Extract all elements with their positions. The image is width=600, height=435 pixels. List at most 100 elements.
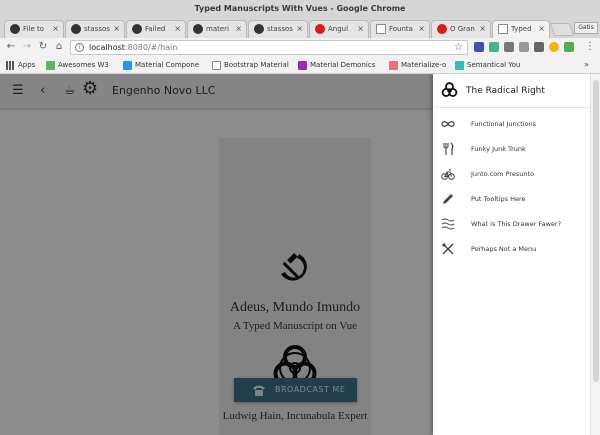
close-icon[interactable]: × xyxy=(418,21,425,37)
close-icon[interactable]: × xyxy=(357,21,364,37)
drawer-item-funky-junk-trunk[interactable]: Funky Junk Trunk xyxy=(433,137,590,162)
bookmark-label: Material Demonics xyxy=(310,61,376,69)
drawer-item-label: Perhaps Not a Menu xyxy=(471,245,537,253)
new-tab-button[interactable] xyxy=(549,23,575,36)
extension-icon[interactable] xyxy=(474,42,484,52)
vue-devtools-icon[interactable] xyxy=(489,42,499,52)
extension-icon[interactable] xyxy=(564,42,574,52)
drawer-header: The Radical Right xyxy=(433,74,590,108)
close-icon[interactable]: × xyxy=(538,21,545,37)
bookmark-label: Semantical You xyxy=(467,61,521,69)
bookmark-item[interactable]: Materialize-o xyxy=(389,57,446,73)
angular-icon xyxy=(437,24,447,34)
extension-icon[interactable] xyxy=(504,42,514,52)
tab-label: O Gran xyxy=(450,25,475,33)
drawer-item-what-is-this-drawer[interactable]: What is This Drawer Fawer? xyxy=(433,212,590,237)
browser-tab[interactable]: Failed × xyxy=(126,20,186,38)
browser-tab[interactable]: Angul × xyxy=(309,20,369,38)
drawer-scrim[interactable] xyxy=(0,74,433,435)
crossed-utensils-icon xyxy=(442,243,454,255)
bicycle-icon xyxy=(441,169,455,180)
browser-tab[interactable]: O Gran × xyxy=(431,20,491,38)
drawer-item-junto-presunto[interactable]: Junto.com Presunto xyxy=(433,162,590,187)
browser-tab[interactable]: stassos × xyxy=(248,20,308,38)
close-icon[interactable]: × xyxy=(52,21,59,37)
github-icon xyxy=(132,24,142,34)
fork-knife-icon xyxy=(443,142,454,155)
browser-tab[interactable]: Founta × xyxy=(370,20,430,38)
close-icon[interactable]: × xyxy=(479,21,486,37)
browser-tab[interactable]: materi × xyxy=(187,20,247,38)
url-text: localhost:8080/#/hain xyxy=(89,41,177,55)
forward-arrow-icon[interactable]: → xyxy=(20,40,34,54)
menu-dots-icon[interactable]: ⋮ xyxy=(583,40,597,54)
bookmark-label: Apps xyxy=(18,61,36,69)
bookmark-item[interactable]: Apps xyxy=(6,57,35,73)
drawer-item-label: Functional Junctions xyxy=(471,120,537,128)
bookmark-item[interactable]: Semantical You xyxy=(455,57,520,73)
drawer-item-label: Junto.com Presunto xyxy=(471,170,535,178)
close-icon[interactable]: × xyxy=(113,21,120,37)
bookmark-item[interactable]: Material Compone xyxy=(123,57,199,73)
w3-icon xyxy=(46,61,55,70)
bookmark-label: Materialize-o xyxy=(401,61,447,69)
back-arrow-icon[interactable]: ← xyxy=(4,40,18,54)
bookmark-label: Bootstrap Material xyxy=(224,61,289,69)
home-icon[interactable]: ⌂ xyxy=(52,40,66,54)
reload-icon[interactable]: ↻ xyxy=(36,40,50,54)
extension-icon[interactable] xyxy=(549,42,559,52)
apps-grid-icon xyxy=(6,61,15,70)
page-scrollbar[interactable] xyxy=(590,74,600,435)
navigation-drawer: The Radical Right Functional Junctions F… xyxy=(433,74,590,435)
browser-toolbar: ← → ↻ ⌂ i localhost:8080/#/hain ☆ ⋮ xyxy=(0,38,600,57)
app-viewport: ☰ ‹ ☕ ⚙ Engenho Novo LLC Adeus, Mundo Im… xyxy=(0,74,600,435)
close-icon[interactable]: × xyxy=(174,21,181,37)
tab-label: Founta xyxy=(389,25,413,33)
bookmark-label: Material Compone xyxy=(135,61,200,69)
drawer-title: The Radical Right xyxy=(466,86,545,96)
waves-icon xyxy=(441,218,455,230)
address-bar[interactable]: i localhost:8080/#/hain ☆ xyxy=(70,40,468,55)
bookmark-star-icon[interactable]: ☆ xyxy=(454,41,463,55)
window-title: Typed Manuscripts With Vues - Google Chr… xyxy=(0,0,600,18)
profile-button[interactable]: Gatis xyxy=(574,22,598,34)
tab-label: stassos xyxy=(84,25,110,33)
github-icon xyxy=(71,24,81,34)
pencil-icon xyxy=(443,194,453,204)
drawer-item-label: Funky Junk Trunk xyxy=(471,145,526,153)
bookmark-item[interactable]: Bootstrap Material xyxy=(212,57,289,73)
tab-label: Typed xyxy=(511,25,532,33)
material-demonics-icon xyxy=(298,61,307,70)
angular-icon xyxy=(315,24,325,34)
browser-tab[interactable]: File to × xyxy=(4,20,64,38)
info-icon[interactable]: i xyxy=(75,43,84,52)
biohazard-icon xyxy=(441,82,458,97)
url-host: localhost xyxy=(89,43,125,52)
scrollbar-thumb[interactable] xyxy=(593,80,599,382)
extension-icon[interactable] xyxy=(534,42,544,52)
bookmarks-bar: Apps Awesomes W3 Material Compone Bootst… xyxy=(0,57,600,74)
browser-tab-active[interactable]: Typed × xyxy=(492,20,550,38)
tab-strip: File to × stassos × Failed × materi × st… xyxy=(0,18,600,38)
drawer-item-perhaps-not-a-menu[interactable]: Perhaps Not a Menu xyxy=(433,237,590,262)
semantic-icon xyxy=(455,61,464,70)
materialize-icon xyxy=(389,61,398,70)
drawer-item-label: Put Tooltips Here xyxy=(471,195,526,203)
bookmarks-overflow-icon[interactable]: » xyxy=(584,57,589,73)
tab-label: File to xyxy=(23,25,44,33)
infinity-icon xyxy=(441,121,455,127)
tab-label: Failed xyxy=(145,25,166,33)
tab-label: stassos xyxy=(267,25,293,33)
browser-tab[interactable]: stassos × xyxy=(65,20,125,38)
drawer-item-put-tooltips-here[interactable]: Put Tooltips Here xyxy=(433,187,590,212)
bookmark-item[interactable]: Awesomes W3 xyxy=(46,57,109,73)
drawer-item-label: What is This Drawer Fawer? xyxy=(471,220,562,228)
document-icon xyxy=(376,24,386,34)
github-icon xyxy=(193,24,203,34)
extension-icon[interactable] xyxy=(519,42,529,52)
close-icon[interactable]: × xyxy=(296,21,303,37)
drawer-item-functional-junctions[interactable]: Functional Junctions xyxy=(433,112,590,137)
url-path: :8080/#/hain xyxy=(124,43,178,52)
bookmark-item[interactable]: Material Demonics xyxy=(298,57,375,73)
close-icon[interactable]: × xyxy=(235,21,242,37)
